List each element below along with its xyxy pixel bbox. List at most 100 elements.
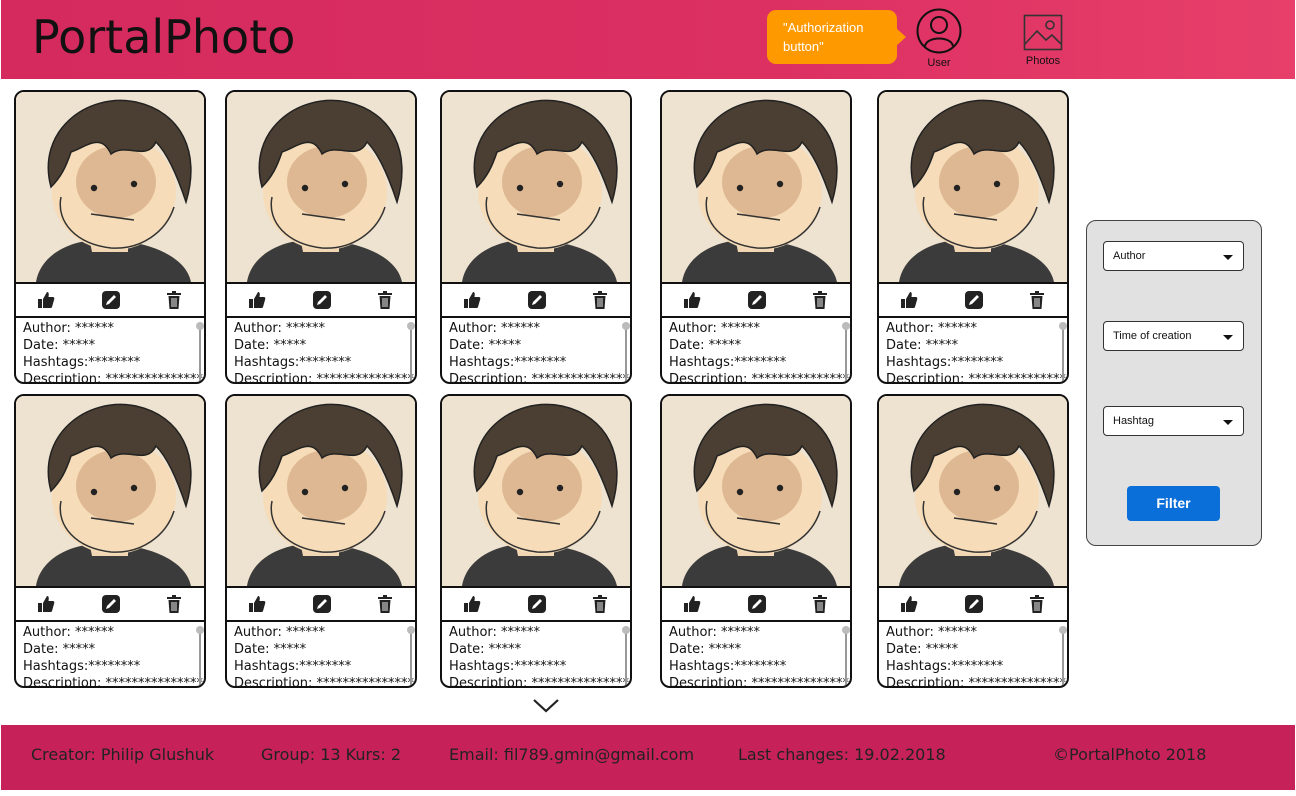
time-of-creation-select[interactable]: Time of creation [1103,321,1244,351]
authorization-callout: "Authorization button" [767,10,906,64]
edit-icon[interactable] [312,594,332,614]
hashtag-select[interactable]: Hashtag [1103,406,1244,436]
card-author: Author: ****** [886,625,978,640]
footer-copyright: ©PortalPhoto 2018 [1053,745,1207,764]
delete-icon[interactable] [164,594,184,614]
delete-icon[interactable] [590,290,610,310]
card-scrollbar[interactable] [196,626,204,686]
card-author: Author: ****** [234,321,326,336]
footer-creator: Creator: Philip Glushuk [31,745,215,764]
card-description: Description: *************** [234,372,415,382]
edit-icon[interactable] [527,290,547,310]
photo-image[interactable] [879,396,1067,586]
photo-image[interactable] [16,92,204,282]
photo-card[interactable]: Author: ****** Date: ***** Hashtags:****… [440,394,632,688]
like-icon[interactable] [682,290,702,310]
card-scrollbar[interactable] [622,626,630,686]
card-actions [662,282,850,318]
delete-icon[interactable] [810,290,830,310]
photo-image[interactable] [662,396,850,586]
logo[interactable]: PortalPhoto [32,10,295,64]
card-scrollbar[interactable] [1059,626,1067,686]
user-icon [916,8,962,54]
card-hashtags: Hashtags:******** [449,355,567,370]
photo-card[interactable]: Author: ****** Date: ***** Hashtags:****… [660,90,852,384]
card-scrollbar[interactable] [407,626,415,686]
photo-image[interactable] [662,92,850,282]
card-scrollbar[interactable] [842,322,850,382]
photo-card[interactable]: Author: ****** Date: ***** Hashtags:****… [877,394,1069,688]
header: PortalPhoto "Authorization button" User … [1,0,1295,79]
card-scrollbar[interactable] [196,322,204,382]
photo-image[interactable] [227,92,415,282]
card-info: Author: ****** Date: ***** Hashtags:****… [879,624,1067,686]
card-author: Author: ****** [449,321,541,336]
edit-icon[interactable] [101,290,121,310]
edit-icon[interactable] [964,594,984,614]
photo-card[interactable]: Author: ****** Date: ***** Hashtags:****… [877,90,1069,384]
edit-icon[interactable] [747,594,767,614]
footer-last-changes: Last changes: 19.02.2018 [738,745,946,764]
delete-icon[interactable] [164,290,184,310]
card-scrollbar[interactable] [407,322,415,382]
user-button[interactable]: User [909,8,969,69]
edit-icon[interactable] [101,594,121,614]
photo-card[interactable]: Author: ****** Date: ***** Hashtags:****… [440,90,632,384]
card-date: Date: ***** [449,338,522,353]
like-icon[interactable] [462,290,482,310]
filter-panel: Author Time of creation Hashtag Filter [1086,220,1262,546]
edit-icon[interactable] [964,290,984,310]
edit-icon[interactable] [747,290,767,310]
like-icon[interactable] [36,594,56,614]
delete-icon[interactable] [590,594,610,614]
card-scrollbar[interactable] [1059,322,1067,382]
photo-card[interactable]: Author: ****** Date: ***** Hashtags:****… [14,90,206,384]
photo-image[interactable] [442,396,630,586]
photo-image[interactable] [16,396,204,586]
card-info: Author: ****** Date: ***** Hashtags:****… [442,624,630,686]
delete-icon[interactable] [375,290,395,310]
edit-icon[interactable] [527,594,547,614]
photo-card[interactable]: Author: ****** Date: ***** Hashtags:****… [660,394,852,688]
delete-icon[interactable] [1027,594,1047,614]
photo-image[interactable] [442,92,630,282]
card-hashtags: Hashtags:******** [449,659,567,674]
delete-icon[interactable] [375,594,395,614]
like-icon[interactable] [36,290,56,310]
card-info: Author: ****** Date: ***** Hashtags:****… [227,624,415,686]
footer-group: Group: 13 Kurs: 2 [261,745,402,764]
like-icon[interactable] [247,594,267,614]
edit-icon[interactable] [312,290,332,310]
card-hashtags: Hashtags:******** [886,659,1004,674]
card-actions [16,586,204,622]
card-actions [442,586,630,622]
card-date: Date: ***** [23,338,96,353]
card-hashtags: Hashtags:******** [669,659,787,674]
card-scrollbar[interactable] [842,626,850,686]
like-icon[interactable] [462,594,482,614]
card-info: Author: ****** Date: ***** Hashtags:****… [227,320,415,382]
delete-icon[interactable] [1027,290,1047,310]
photo-image[interactable] [227,396,415,586]
like-icon[interactable] [247,290,267,310]
like-icon[interactable] [682,594,702,614]
card-description: Description: *************** [886,676,1067,686]
photo-card[interactable]: Author: ****** Date: ***** Hashtags:****… [225,90,417,384]
chevron-down-icon[interactable] [532,696,560,716]
card-info: Author: ****** Date: ***** Hashtags:****… [662,320,850,382]
author-select[interactable]: Author [1103,241,1244,271]
card-date: Date: ***** [669,642,742,657]
filter-button[interactable]: Filter [1127,486,1220,521]
photos-button[interactable]: Photos [1013,8,1073,67]
like-icon[interactable] [899,290,919,310]
photo-card[interactable]: Author: ****** Date: ***** Hashtags:****… [225,394,417,688]
card-info: Author: ****** Date: ***** Hashtags:****… [662,624,850,686]
card-date: Date: ***** [23,642,96,657]
photo-image[interactable] [879,92,1067,282]
card-scrollbar[interactable] [622,322,630,382]
card-author: Author: ****** [23,625,115,640]
card-description: Description: *************** [23,372,204,382]
like-icon[interactable] [899,594,919,614]
photo-card[interactable]: Author: ****** Date: ***** Hashtags:****… [14,394,206,688]
delete-icon[interactable] [810,594,830,614]
